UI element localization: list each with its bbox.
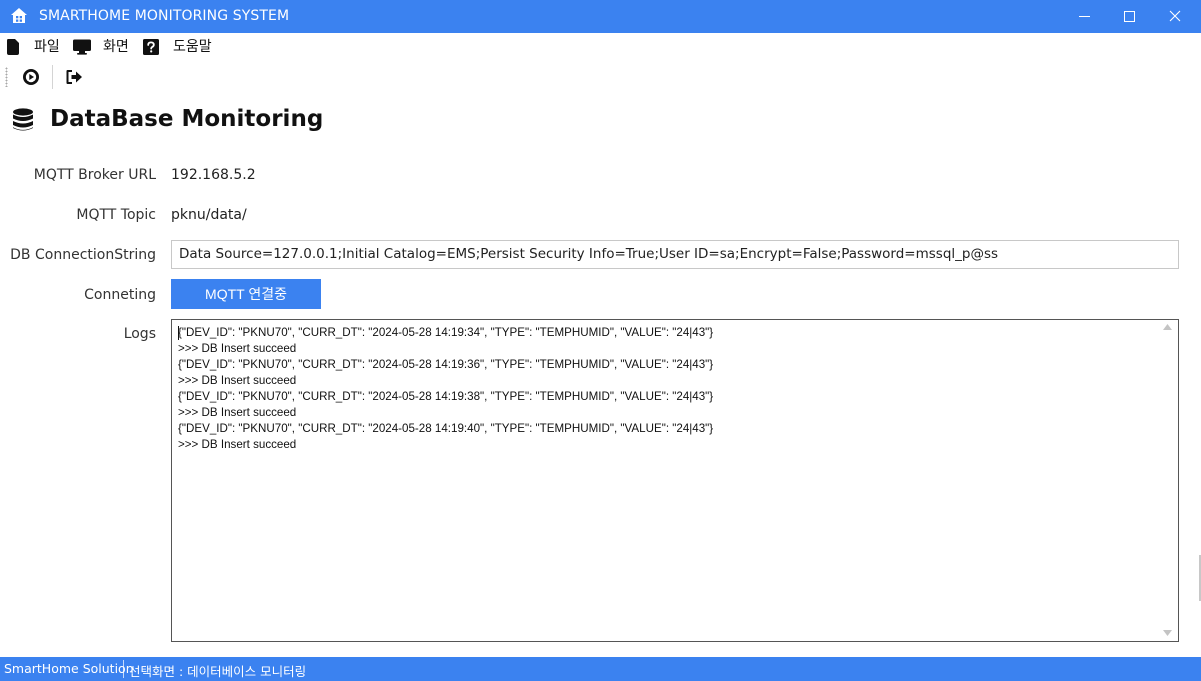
- maximize-icon: [1124, 11, 1135, 22]
- start-button[interactable]: [21, 67, 41, 87]
- help-icon: [143, 39, 159, 55]
- connection-string-field[interactable]: Data Source=127.0.0.1;Initial Catalog=EM…: [171, 240, 1179, 269]
- broker-url-label: MQTT Broker URL: [33, 167, 156, 183]
- connecting-label: Conneting: [84, 287, 156, 303]
- minimize-button[interactable]: [1062, 0, 1108, 33]
- menu-bar: 파일 화면 도움말: [0, 33, 1201, 60]
- log-line: >>> DB Insert succeed: [178, 374, 297, 387]
- broker-url-value: 192.168.5.2: [171, 167, 256, 183]
- menu-file[interactable]: 파일: [6, 36, 66, 58]
- minimize-icon: [1079, 16, 1090, 17]
- scroll-up-arrow-icon[interactable]: [1163, 324, 1172, 330]
- database-icon: [13, 108, 33, 131]
- logs-textarea[interactable]: {"DEV_ID": "PKNU70", "CURR_DT": "2024-05…: [171, 319, 1179, 642]
- close-button[interactable]: [1152, 0, 1198, 33]
- file-icon: [7, 39, 19, 55]
- log-line: {"DEV_ID": "PKNU70", "CURR_DT": "2024-05…: [178, 326, 714, 339]
- smarthome-icon: [11, 8, 27, 23]
- status-selected-screen: 선택화면 : 데이터베이스 모니터링: [129, 664, 307, 679]
- title-bar: SMARTHOME MONITORING SYSTEM: [0, 0, 1201, 33]
- log-line: {"DEV_ID": "PKNU70", "CURR_DT": "2024-05…: [178, 358, 714, 371]
- status-solution: SmartHome Solution: [4, 661, 134, 676]
- mqtt-connect-button[interactable]: MQTT 연결중: [171, 279, 321, 309]
- logs-content: {"DEV_ID": "PKNU70", "CURR_DT": "2024-05…: [178, 325, 1158, 453]
- toolbar: [0, 60, 1201, 92]
- window-title: SMARTHOME MONITORING SYSTEM: [39, 8, 290, 24]
- menu-file-label: 파일: [34, 39, 60, 55]
- logs-label: Logs: [123, 326, 156, 342]
- maximize-button[interactable]: [1107, 0, 1153, 33]
- toolbar-separator: [52, 65, 53, 89]
- menu-screen-label: 화면: [103, 39, 129, 55]
- exit-button[interactable]: [64, 67, 84, 87]
- menu-screen[interactable]: 화면: [73, 36, 135, 58]
- status-bar: SmartHome Solution 선택화면 : 데이터베이스 모니터링: [0, 657, 1201, 681]
- log-line: >>> DB Insert succeed: [178, 342, 297, 355]
- menu-help[interactable]: 도움말: [143, 36, 218, 58]
- exit-icon: [66, 70, 82, 84]
- page-title: DataBase Monitoring: [50, 106, 324, 132]
- topic-value: pknu/data/: [171, 207, 247, 223]
- log-line: >>> DB Insert succeed: [178, 438, 297, 451]
- connection-string-label: DB ConnectionString: [10, 247, 156, 263]
- monitor-icon: [73, 39, 91, 55]
- scroll-down-arrow-icon[interactable]: [1163, 630, 1172, 636]
- close-icon: [1169, 10, 1181, 22]
- play-circle-icon: [23, 69, 39, 85]
- log-line: {"DEV_ID": "PKNU70", "CURR_DT": "2024-05…: [178, 422, 714, 435]
- log-line: >>> DB Insert succeed: [178, 406, 297, 419]
- menu-help-label: 도움말: [173, 39, 212, 55]
- status-separator: [123, 660, 124, 678]
- toolbar-grip[interactable]: [5, 67, 8, 87]
- topic-label: MQTT Topic: [76, 207, 156, 223]
- log-line: {"DEV_ID": "PKNU70", "CURR_DT": "2024-05…: [178, 390, 714, 403]
